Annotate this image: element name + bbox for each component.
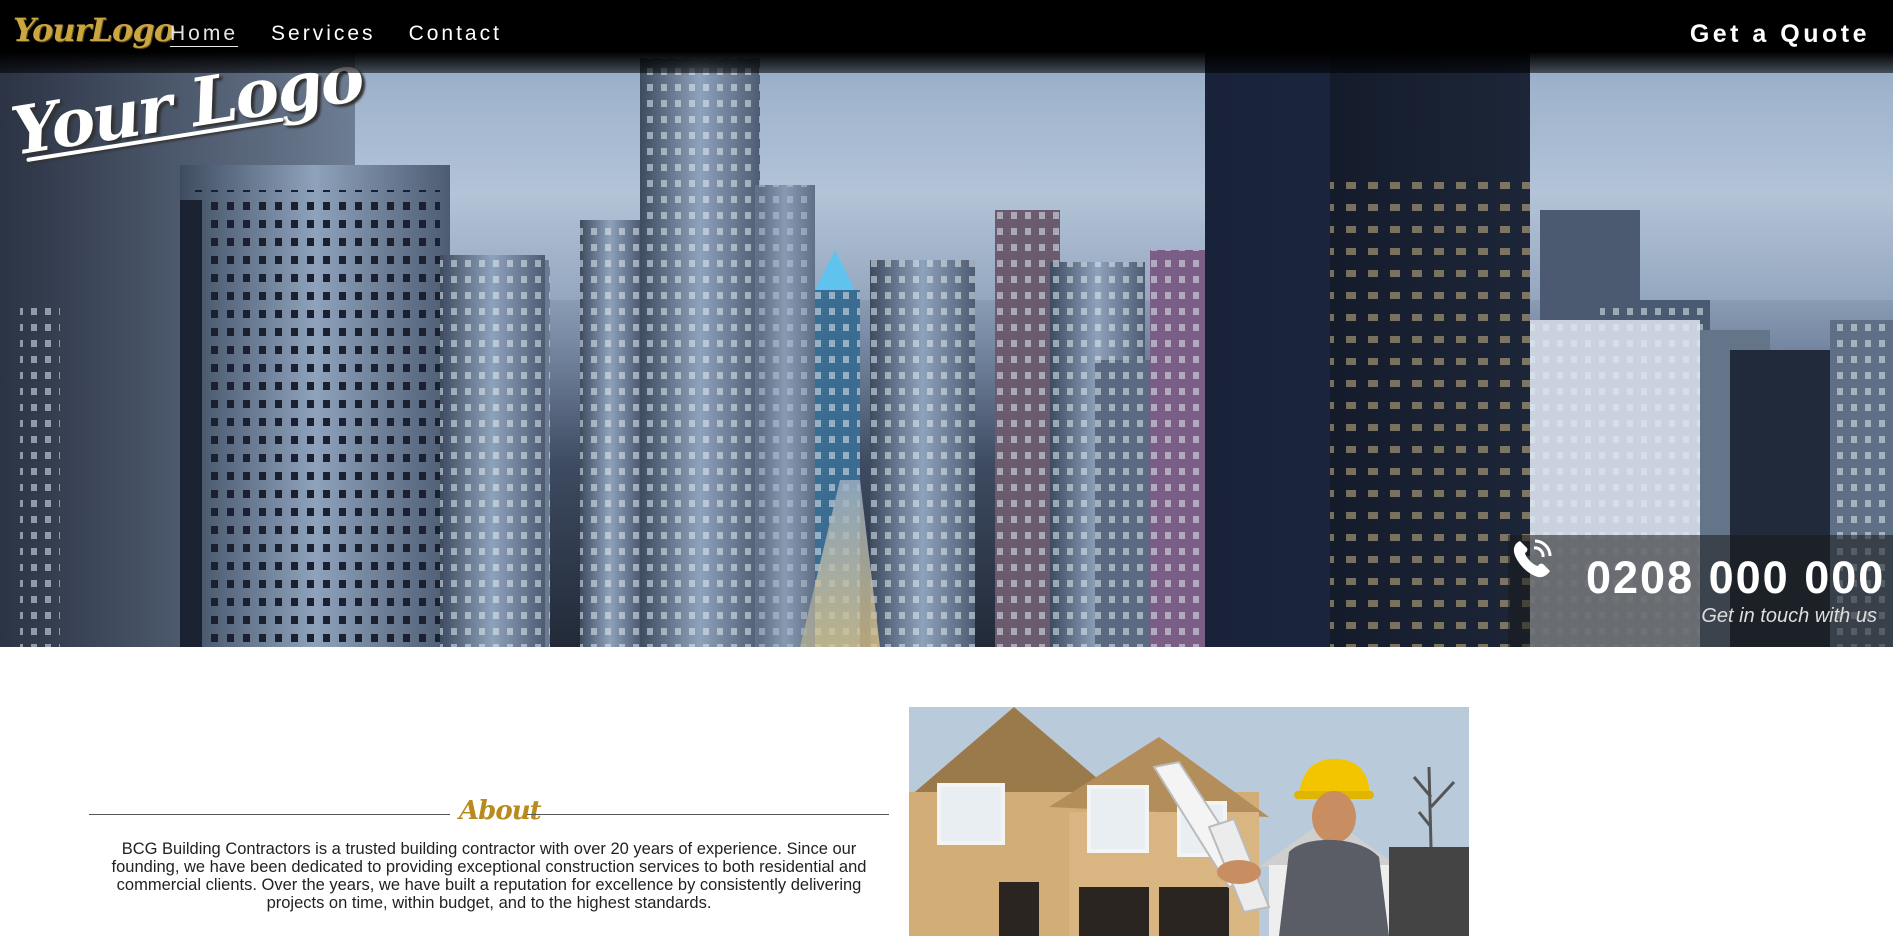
top-navigation: YourLogo Home Services Contact Get a Quo… bbox=[0, 0, 1893, 73]
about-heading: About bbox=[89, 793, 889, 833]
nav-link-contact[interactable]: Contact bbox=[409, 19, 502, 49]
phone-icon bbox=[1513, 539, 1552, 578]
phone-caption: Get in touch with us bbox=[1701, 605, 1877, 627]
phone-contact-box[interactable]: 0208 000 000 Get in touch with us bbox=[1508, 535, 1893, 647]
about-body-text: BCG Building Contractors is a trusted bu… bbox=[111, 840, 867, 912]
about-title: About bbox=[459, 796, 542, 826]
nav-link-home[interactable]: Home bbox=[170, 19, 238, 49]
nav-links: Home Services Contact bbox=[170, 19, 535, 49]
about-rule-right bbox=[527, 814, 889, 815]
construction-worker-photo bbox=[909, 707, 1469, 936]
phone-number[interactable]: 0208 000 000 bbox=[1586, 552, 1885, 604]
nav-logo[interactable]: YourLogo bbox=[13, 8, 175, 52]
nav-link-services[interactable]: Services bbox=[271, 19, 376, 49]
hero-banner: Your Logo 0208 000 000 Get in touch with… bbox=[0, 0, 1893, 647]
get-a-quote-button[interactable]: Get a Quote bbox=[1690, 17, 1870, 51]
about-rule-left bbox=[89, 814, 450, 815]
